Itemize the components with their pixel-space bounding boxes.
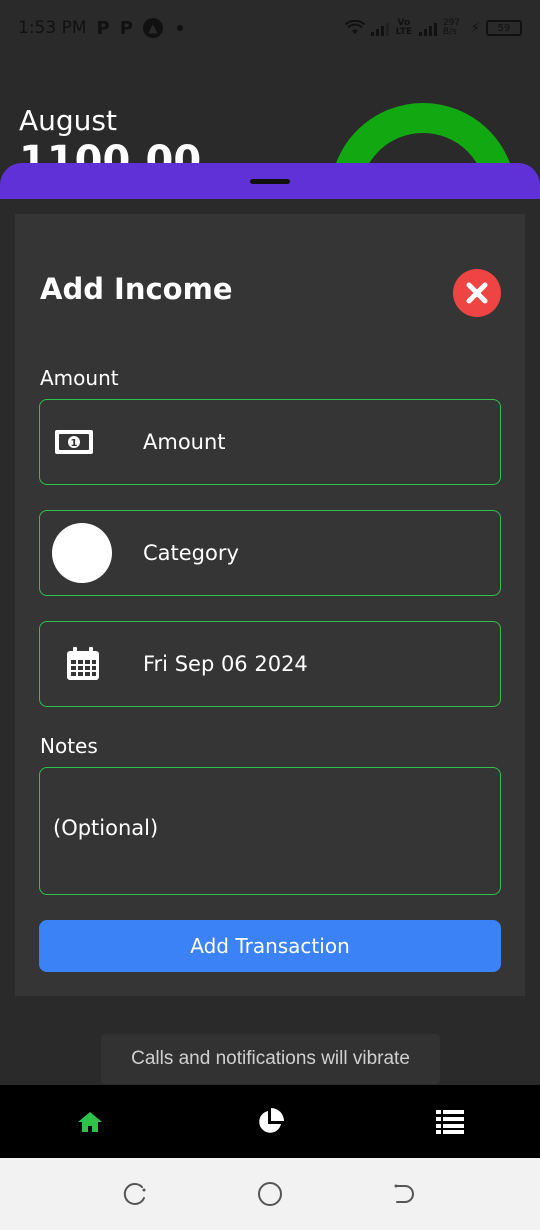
category-select[interactable]: Category [143,541,239,565]
date-picker[interactable]: Fri Sep 06 2024 [143,652,308,676]
battery-icon: 59 [486,20,522,36]
nav-transactions[interactable] [410,1085,490,1158]
month-total: 1100.00 [19,138,202,164]
date-field[interactable]: Fri Sep 06 2024 [39,621,501,707]
notification-app-icon: ▲ [142,18,163,38]
amount-input[interactable]: Amount [143,430,226,454]
status-indicators: Vo LTE 297 B/s ⚡ 59 [344,18,522,37]
money-bill-icon: 1 [54,429,94,455]
signal-icon [370,20,389,36]
recent-apps-button[interactable] [105,1158,165,1230]
network-type: Vo LTE [395,18,413,37]
amount-label: Amount [40,366,119,390]
form-title: Add Income [40,272,233,306]
close-icon [466,282,488,304]
drag-handle[interactable] [250,179,290,184]
home-circle-icon [258,1182,282,1206]
pie-chart-icon [259,1107,284,1133]
wifi-icon [344,20,365,34]
home-icon [78,1111,102,1132]
notification-dot [176,25,183,31]
back-system-button[interactable] [374,1158,434,1230]
close-button[interactable] [453,269,501,317]
notes-label: Notes [40,734,98,758]
notification-p-icon-2: P [119,17,133,39]
add-income-form: Add Income Amount 1 Amount Category Fri … [15,214,525,996]
notification-p-icon: P [96,17,110,39]
notes-textarea[interactable]: (Optional) [39,767,501,895]
status-bar: 1:53 PM P P ▲ Vo LTE 297 B/s ⚡ 59 [0,0,540,56]
bottom-sheet-header[interactable] [0,163,540,199]
calendar-icon [65,646,101,682]
signal-icon-2 [418,20,437,36]
recent-apps-icon [123,1182,146,1205]
back-icon [394,1184,414,1203]
bottom-navigation [0,1085,540,1158]
add-transaction-button[interactable]: Add Transaction [39,920,501,972]
toast-message: Calls and notifications will vibrate [101,1034,440,1084]
charging-icon: ⚡ [470,20,480,36]
network-speed: 297 B/s [442,18,461,37]
category-field[interactable]: Category [39,510,501,596]
list-icon [436,1109,464,1134]
svg-text:1: 1 [71,438,78,449]
system-navigation-bar [0,1158,540,1230]
nav-home[interactable] [50,1085,130,1158]
amount-field[interactable]: 1 Amount [39,399,501,485]
status-time: 1:53 PM [18,18,87,38]
notes-placeholder: (Optional) [53,816,159,840]
nav-statistics[interactable] [230,1085,310,1158]
home-system-button[interactable] [240,1158,300,1230]
month-label: August [19,104,117,137]
category-color-icon [52,523,112,583]
battery-level: 59 [497,22,511,34]
